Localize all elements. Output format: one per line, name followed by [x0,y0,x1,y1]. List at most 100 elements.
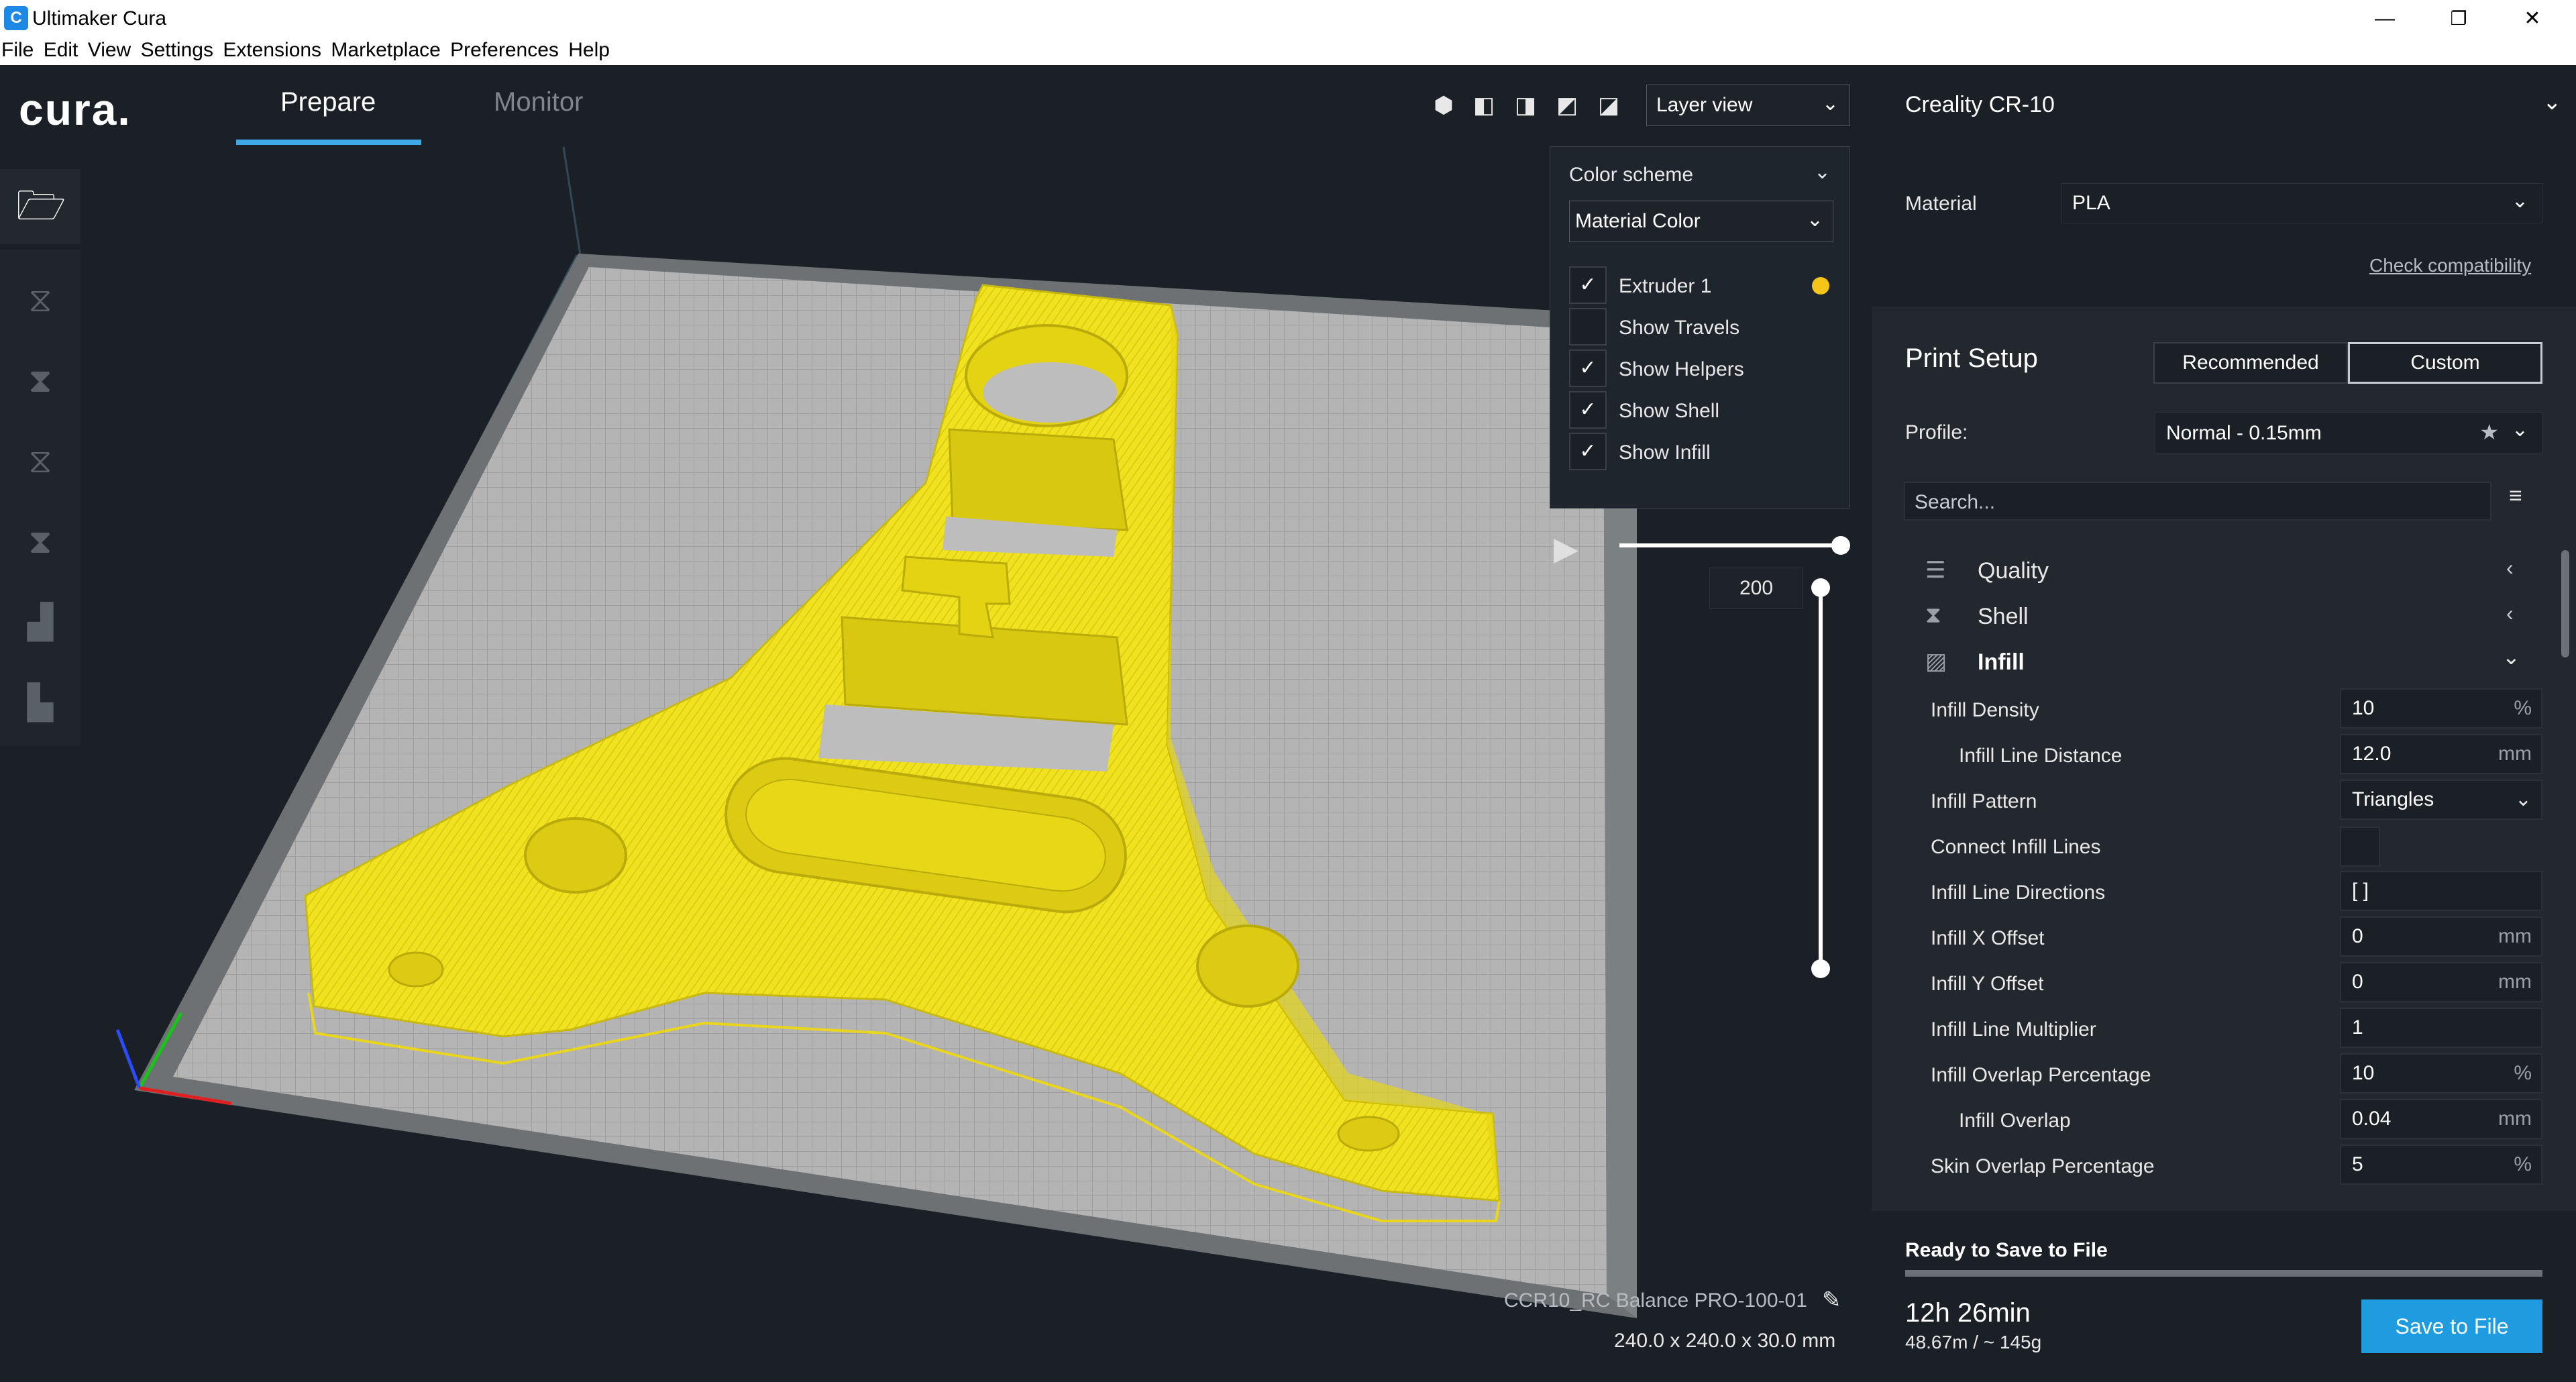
chevron-down-icon: ⌄ [1821,93,1839,115]
right-view-icon[interactable]: ◪ [1593,89,1625,121]
setting-label: Infill Y Offset [1931,973,2044,995]
mirror-tool-icon[interactable]: ⧗ [0,504,80,578]
material-dropdown[interactable]: PLA ⌄ [2061,183,2542,223]
extruder-1-checkbox[interactable]: ✓ [1569,266,1607,304]
tab-monitor[interactable]: Monitor [494,87,583,117]
chevron-down-icon: ⌄ [2511,419,2528,441]
menu-marketplace[interactable]: Marketplace [331,39,440,61]
3d-view-icon[interactable]: ⬢ [1428,89,1460,121]
material-label: Material [1905,193,1977,215]
search-placeholder: Search... [1915,491,1996,513]
window-title: Ultimaker Cura [32,7,167,30]
menu-bar: File Edit View Settings Extensions Marke… [0,37,2576,65]
infill-line-distance-field[interactable]: 12.0 mm [2340,734,2542,774]
tab-prepare[interactable]: Prepare [280,87,376,117]
connect-infill-lines-checkbox[interactable] [2340,827,2380,867]
setting-label: Infill Overlap Percentage [1931,1064,2151,1086]
profile-value: Normal - 0.15mm [2166,422,2322,444]
star-icon[interactable]: ★ [2479,419,2499,445]
show-helpers-checkbox[interactable]: ✓ [1569,350,1607,387]
printer-section: Creality CR-10 ⌄ Material PLA ⌄ Check co… [1872,65,2576,307]
menu-help[interactable]: Help [568,39,610,61]
category-shell[interactable]: Shell [1978,604,2029,630]
recommended-mode-button[interactable]: Recommended [2153,342,2348,384]
infill-y-offset-field[interactable]: 0 mm [2340,962,2542,1002]
tab-prepare-underline [236,140,421,145]
layer-slider-top-handle[interactable] [1811,578,1830,597]
show-shell-checkbox[interactable]: ✓ [1569,391,1607,429]
infill-line-multiplier-field[interactable]: 1 [2340,1008,2542,1048]
front-view-icon[interactable]: ◧ [1468,89,1500,121]
color-scheme-dropdown[interactable]: Material Color ⌄ [1569,201,1833,242]
maximize-button[interactable]: ❐ [2422,0,2496,37]
chevron-down-icon[interactable]: ⌄ [2542,89,2562,115]
settings-search-input[interactable]: Search... [1904,482,2491,521]
left-view-icon[interactable]: ◩ [1551,89,1583,121]
setting-label: Infill X Offset [1931,927,2045,949]
menu-edit[interactable]: Edit [44,39,78,61]
show-helpers-label: Show Helpers [1619,358,1744,380]
menu-file[interactable]: File [1,39,34,61]
support-blocker-icon[interactable]: ▙ [0,666,80,739]
top-view-icon[interactable]: ◨ [1509,89,1542,121]
print-setup-title: Print Setup [1905,343,2038,373]
chevron-down-icon[interactable]: ⌄ [1814,160,1831,184]
close-button[interactable]: ✕ [2496,0,2569,37]
layer-number-field[interactable]: 200 [1709,568,1803,609]
extruder-color-swatch [1812,277,1829,295]
quality-icon: ☰ [1925,557,1946,583]
printer-name[interactable]: Creality CR-10 [1905,92,2055,118]
layer-scrubber-handle[interactable] [1831,536,1850,555]
move-tool-icon[interactable]: ⧖ [0,263,80,337]
menu-settings[interactable]: Settings [141,39,213,61]
play-simulation-icon[interactable]: ▶ [1554,530,1578,568]
scale-tool-icon[interactable]: ⧗ [0,343,80,417]
category-quality[interactable]: Quality [1978,558,2049,584]
menu-view[interactable]: View [88,39,131,61]
layer-scrubber-track[interactable] [1619,543,1841,547]
setting-label: Infill Density [1931,699,2039,721]
view-mode-value: Layer view [1656,94,1753,116]
infill-overlap-field[interactable]: 0.04 mm [2340,1099,2542,1139]
settings-scrollbar[interactable] [2561,550,2569,657]
show-infill-checkbox[interactable]: ✓ [1569,433,1607,470]
material-value: PLA [2072,192,2110,214]
show-travels-checkbox[interactable] [1569,308,1607,346]
settings-menu-icon[interactable]: ≡ [2509,483,2522,509]
open-file-button[interactable]: 🗁 [0,169,80,244]
folder-icon: 🗁 [16,183,66,228]
extruder-1-label: Extruder 1 [1619,275,1712,297]
chevron-left-icon[interactable]: ‹ [2506,601,2514,626]
profile-dropdown[interactable]: Normal - 0.15mm ★ ⌄ [2155,412,2542,454]
show-shell-label: Show Shell [1619,400,1720,422]
custom-mode-button[interactable]: Custom [2348,342,2542,384]
skin-overlap-percentage-field[interactable]: 5% [2340,1145,2542,1185]
view-mode-dropdown[interactable]: Layer view ⌄ [1646,85,1850,126]
save-status: Ready to Save to File [1905,1239,2108,1261]
infill-x-offset-field[interactable]: 0 mm [2340,916,2542,957]
color-scheme-label: Color scheme [1569,164,1694,186]
check-compatibility-link[interactable]: Check compatibility [2369,255,2531,276]
infill-line-directions-field[interactable]: [ ] [2340,871,2542,911]
cura-app-icon: C [4,6,28,30]
save-to-file-button[interactable]: Save to File [2361,1299,2542,1353]
infill-density-field[interactable]: 10% [2340,688,2542,729]
setting-label: Infill Line Multiplier [1931,1018,2096,1041]
menu-extensions[interactable]: Extensions [223,39,321,61]
per-model-settings-icon[interactable]: ▟ [0,585,80,659]
profile-label: Profile: [1905,421,1968,443]
setting-label: Infill Line Directions [1931,882,2106,904]
rotate-tool-icon[interactable]: ⧖ [0,424,80,498]
infill-pattern-dropdown[interactable]: Triangles ⌄ [2340,780,2542,820]
layer-slider-bottom-handle[interactable] [1811,959,1830,978]
infill-overlap-percentage-field[interactable]: 10% [2340,1053,2542,1094]
layer-slider-track[interactable] [1819,587,1823,969]
model-dimensions: 240.0 x 240.0 x 30.0 mm [1614,1330,1836,1352]
chevron-down-icon[interactable]: ⌄ [2502,644,2520,670]
category-infill[interactable]: Infill [1978,649,2025,676]
left-toolbar: 🗁 ⧖ ⧗ ⧖ ⧗ ▟ ▙ [0,169,80,746]
chevron-left-icon[interactable]: ‹ [2506,555,2514,580]
menu-preferences[interactable]: Preferences [450,39,559,61]
minimize-button[interactable]: — [2348,0,2422,37]
edit-name-icon[interactable]: ✎ [1822,1287,1841,1314]
